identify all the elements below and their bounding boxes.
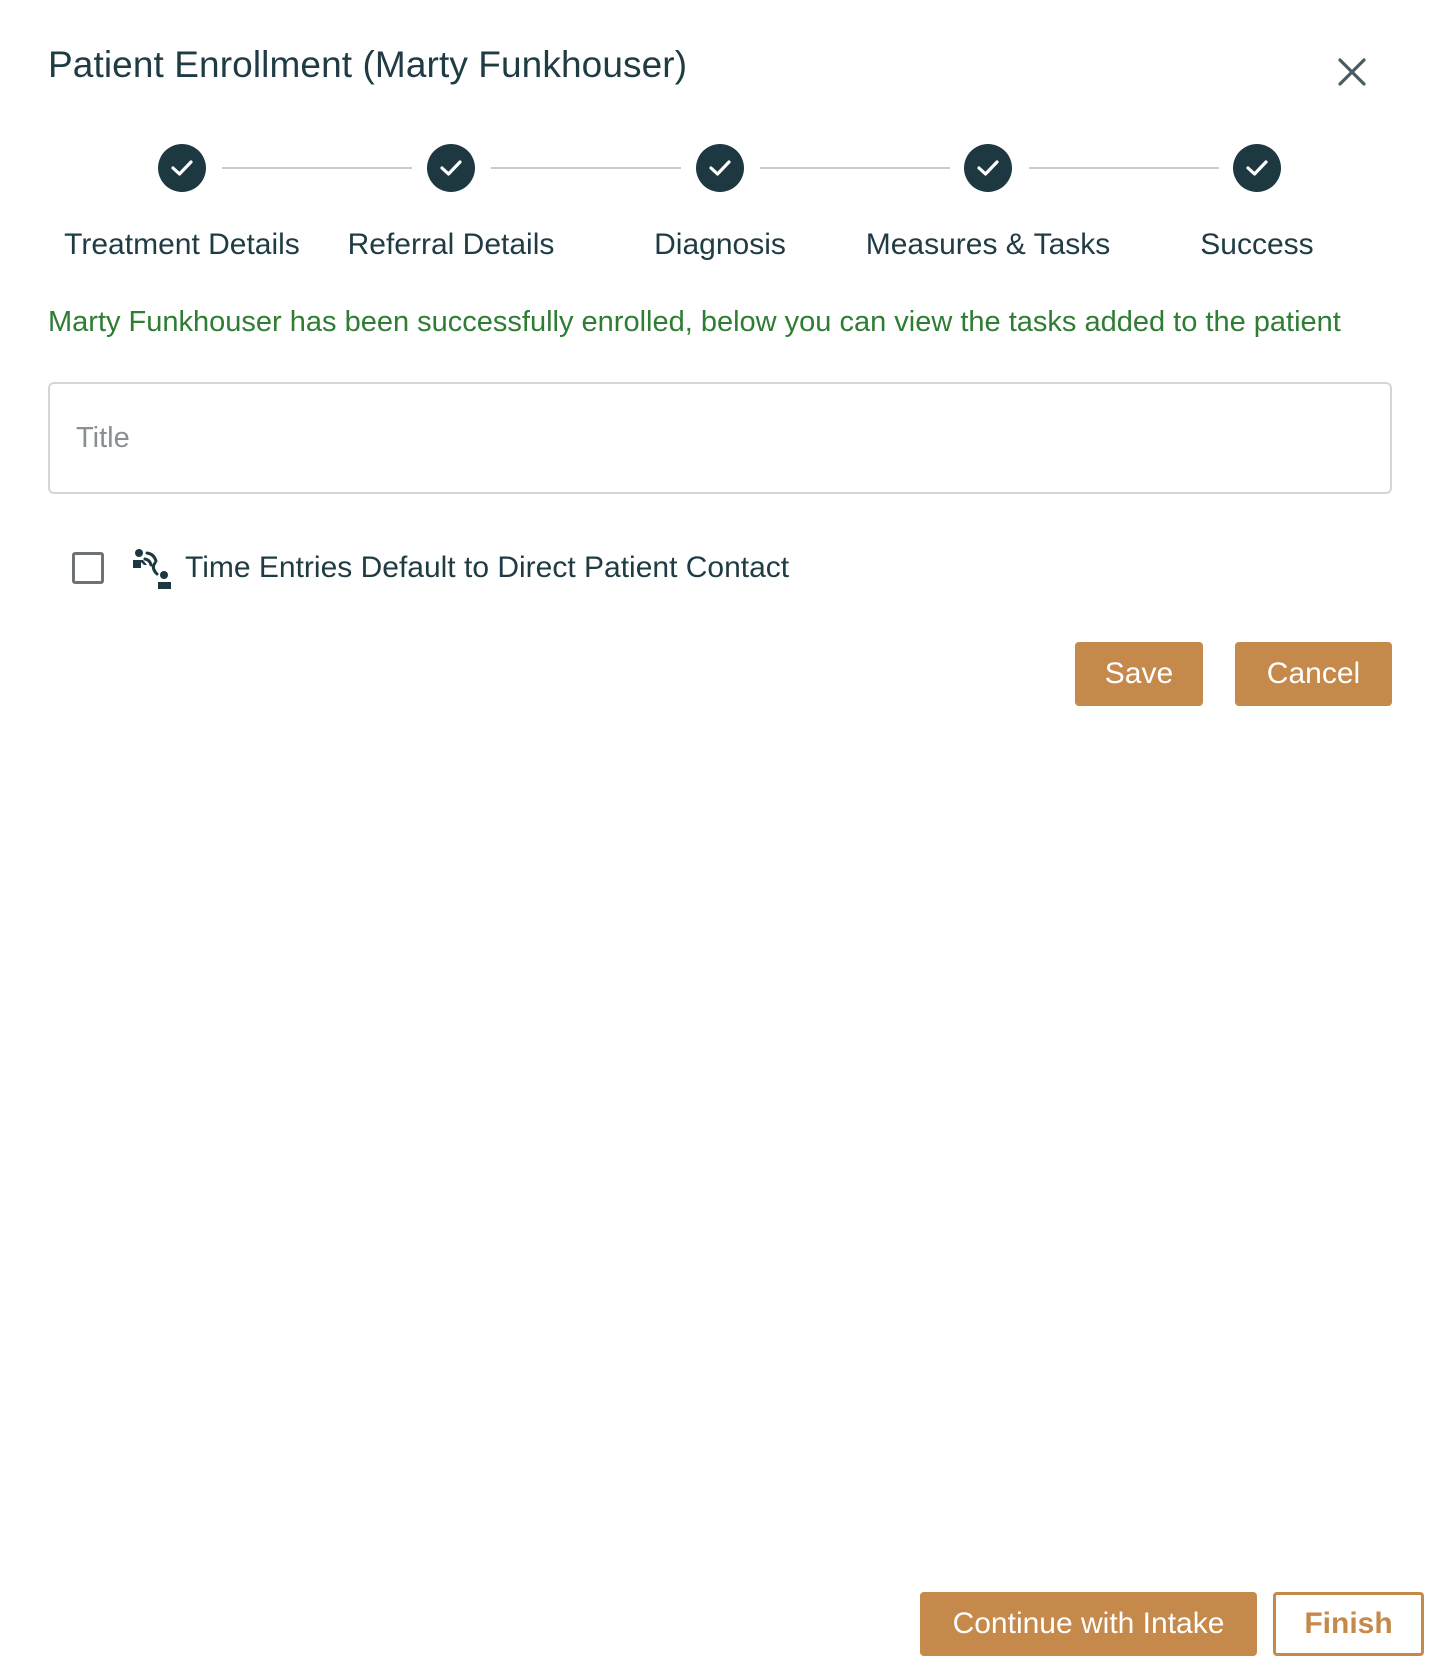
continue-with-intake-button[interactable]: Continue with Intake bbox=[920, 1592, 1257, 1656]
checkmark-icon bbox=[709, 160, 731, 176]
checkmark-icon bbox=[977, 160, 999, 176]
cancel-button[interactable]: Cancel bbox=[1235, 642, 1392, 706]
checkmark-icon bbox=[1246, 160, 1268, 176]
step-label-diagnosis: Diagnosis bbox=[654, 228, 786, 261]
step-treatment-details-complete bbox=[158, 144, 206, 192]
direct-contact-row: Time Entries Default to Direct Patient C… bbox=[72, 548, 790, 589]
step-success-complete bbox=[1233, 144, 1281, 192]
step-connector bbox=[491, 167, 681, 169]
checkmark-icon bbox=[171, 160, 193, 176]
step-connector bbox=[222, 167, 412, 169]
success-message: Marty Funkhouser has been successfully e… bbox=[48, 306, 1341, 338]
title-input[interactable] bbox=[48, 382, 1392, 494]
direct-contact-checkbox[interactable] bbox=[72, 552, 104, 584]
step-diagnosis-complete bbox=[696, 144, 744, 192]
enrollment-stepper: Treatment Details Referral Details Diagn… bbox=[0, 0, 1440, 270]
step-connector bbox=[1029, 167, 1219, 169]
step-measures-tasks-complete bbox=[964, 144, 1012, 192]
save-button[interactable]: Save bbox=[1075, 642, 1203, 706]
finish-button[interactable]: Finish bbox=[1273, 1592, 1424, 1656]
step-label-measures-tasks: Measures & Tasks bbox=[865, 228, 1111, 261]
step-referral-details-complete bbox=[427, 144, 475, 192]
step-label-success: Success bbox=[1200, 228, 1314, 261]
direct-patient-contact-icon bbox=[133, 549, 171, 589]
patient-enrollment-modal: Patient Enrollment (Marty Funkhouser) Tr… bbox=[0, 0, 1440, 1672]
step-connector bbox=[760, 167, 950, 169]
step-label-referral-details: Referral Details bbox=[347, 228, 555, 261]
direct-contact-label: Time Entries Default to Direct Patient C… bbox=[185, 551, 790, 584]
checkmark-icon bbox=[440, 160, 462, 176]
step-label-treatment-details: Treatment Details bbox=[64, 228, 300, 261]
